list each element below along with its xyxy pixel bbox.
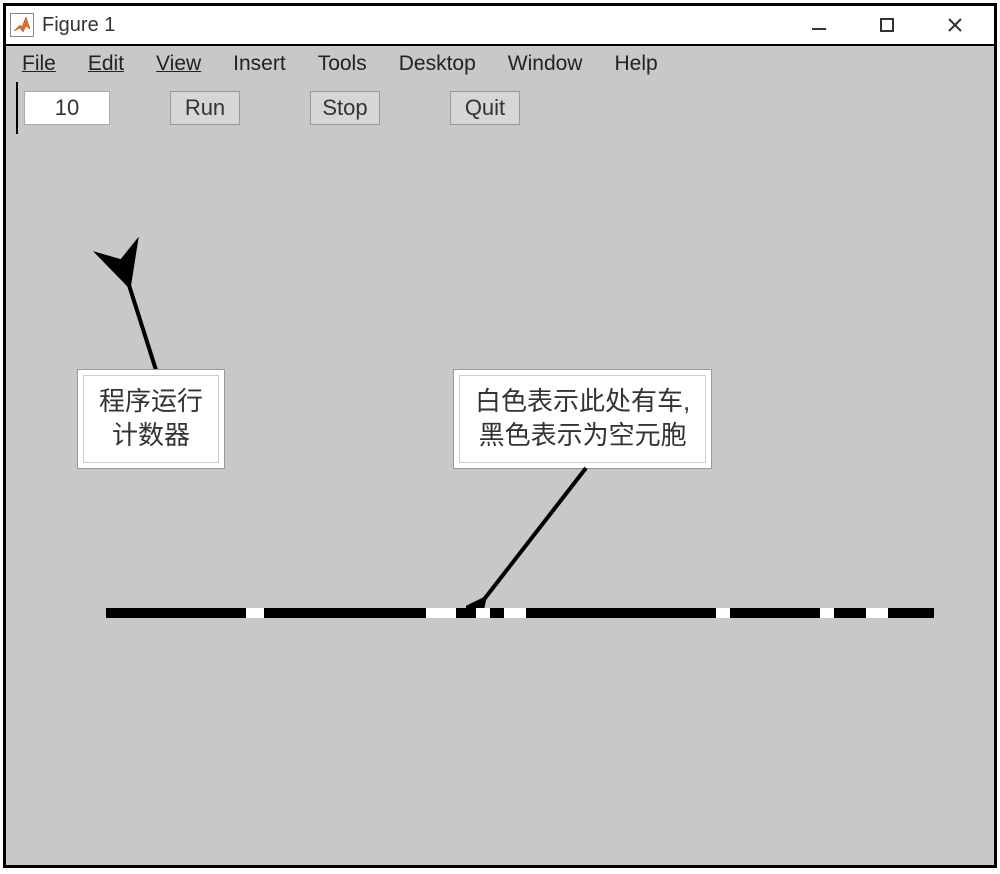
menu-file[interactable]: File bbox=[10, 52, 68, 76]
lane-cell-car bbox=[820, 608, 834, 618]
annotation-text: 程序运行 bbox=[99, 385, 203, 419]
menu-desktop[interactable]: Desktop bbox=[387, 52, 488, 76]
menu-window[interactable]: Window bbox=[496, 52, 595, 76]
lane-cell-empty bbox=[106, 608, 246, 618]
annotation-label-legend: 白色表示此处有车, 黑色表示为空元胞 bbox=[454, 370, 711, 468]
window-title: Figure 1 bbox=[42, 14, 804, 37]
annotation-arrow-legend bbox=[466, 464, 626, 619]
maximize-button[interactable] bbox=[872, 10, 902, 40]
lane-cell-car bbox=[716, 608, 730, 618]
toolbar: 10 Run Stop Quit bbox=[6, 82, 994, 134]
stop-button[interactable]: Stop bbox=[310, 91, 380, 125]
lane-cell-car bbox=[504, 608, 526, 618]
window-controls bbox=[804, 10, 990, 40]
lane-cell-empty bbox=[730, 608, 820, 618]
minimize-button[interactable] bbox=[804, 10, 834, 40]
lane-cell-empty bbox=[456, 608, 476, 618]
figure-window: Figure 1 File Edit View Insert Tools Des… bbox=[3, 3, 997, 868]
traffic-lane bbox=[106, 608, 934, 618]
lane-cell-empty bbox=[264, 608, 426, 618]
lane-cell-car bbox=[866, 608, 888, 618]
close-button[interactable] bbox=[940, 10, 970, 40]
annotation-text: 计数器 bbox=[99, 419, 203, 453]
menu-insert[interactable]: Insert bbox=[221, 52, 298, 76]
menu-view[interactable]: View bbox=[144, 52, 213, 76]
menu-tools[interactable]: Tools bbox=[306, 52, 379, 76]
counter-display: 10 bbox=[24, 91, 110, 125]
menubar: File Edit View Insert Tools Desktop Wind… bbox=[6, 46, 994, 82]
lane-cell-empty bbox=[526, 608, 716, 618]
lane-cell-car bbox=[476, 608, 490, 618]
lane-cell-empty bbox=[888, 608, 934, 618]
menu-help[interactable]: Help bbox=[602, 52, 669, 76]
annotation-text: 黑色表示为空元胞 bbox=[475, 419, 690, 453]
lane-cell-empty bbox=[834, 608, 866, 618]
annotation-text: 白色表示此处有车, bbox=[475, 385, 690, 419]
run-button[interactable]: Run bbox=[170, 91, 240, 125]
quit-button[interactable]: Quit bbox=[450, 91, 520, 125]
matlab-icon bbox=[10, 13, 34, 37]
figure-canvas: 程序运行 计数器 白色表示此处有车, 黑色表示为空元胞 bbox=[6, 134, 994, 865]
lane-cell-car bbox=[246, 608, 264, 618]
titlebar: Figure 1 bbox=[6, 6, 994, 46]
menu-edit[interactable]: Edit bbox=[76, 52, 136, 76]
annotation-label-counter: 程序运行 计数器 bbox=[78, 370, 224, 468]
annotation-arrow-counter bbox=[122, 274, 182, 379]
lane-cell-car bbox=[426, 608, 456, 618]
lane-cell-empty bbox=[490, 608, 504, 618]
